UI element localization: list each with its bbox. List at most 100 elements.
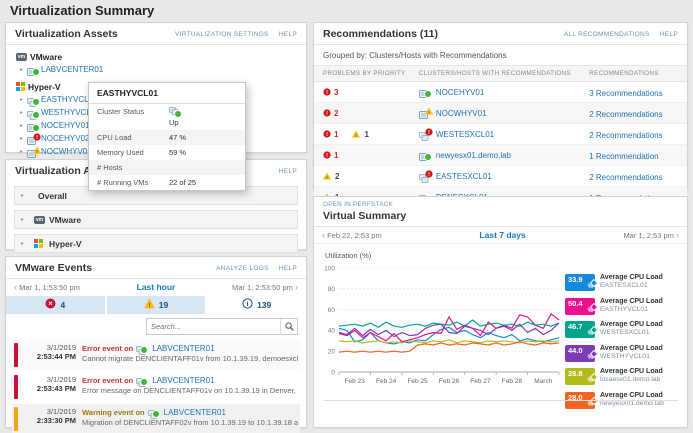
tab-error[interactable]: ✕4	[6, 296, 105, 314]
events-help-link[interactable]: HELP	[279, 265, 297, 272]
recommendation-row: !1 newyesx01.demo.lab 1 Recommendation	[314, 145, 687, 166]
vmware-icon: vm	[34, 216, 45, 224]
cluster-host-link[interactable]: newyesx01.demo.lab	[436, 151, 511, 160]
tree-node-link[interactable]: LABVCENTER01	[41, 65, 103, 74]
legend-item[interactable]: 33.9%Average CPU LoadEASTESXCL01	[565, 274, 681, 291]
cluster-host-link[interactable]: NOCEHYV01	[436, 88, 484, 97]
vcenter-icon	[148, 407, 158, 417]
all-recommendations-link[interactable]: ALL RECOMMENDATIONS	[564, 31, 650, 38]
recommendation-link[interactable]: 2 Recommendations	[589, 110, 662, 119]
summary-next-icon[interactable]: ›	[676, 230, 679, 240]
svg-text:Feb 25: Feb 25	[407, 378, 428, 385]
events-prev-icon[interactable]: ‹	[14, 282, 17, 292]
legend-item[interactable]: 46.7%Average CPU LoadWESTESXCL01	[565, 321, 681, 338]
open-in-perfstack-link[interactable]: OPEN IN PERFSTACK	[323, 201, 678, 208]
tab-count: 139	[257, 300, 271, 310]
event-date: 3/1/2019	[24, 407, 76, 416]
assets-panel-title: Virtualization Assets	[15, 28, 118, 40]
recommendation-link[interactable]: 3 Recommendations	[589, 89, 662, 98]
cluster-icon: !	[419, 129, 430, 139]
problems-by-priority: !1!1	[323, 125, 419, 143]
accordion-row-hyper-v[interactable]: ▸Hyper-V	[14, 234, 298, 253]
tab-info[interactable]: i139	[207, 296, 306, 314]
legend-entity: EASTHYVCL01	[600, 306, 663, 314]
event-date: 3/1/2019	[24, 343, 76, 352]
expand-arrow-icon[interactable]: ▸	[20, 96, 27, 103]
event-detail: Cannot migrate DENCLIENTAFF01v from 10.1…	[82, 354, 298, 363]
legend-item[interactable]: 28.8%Average CPU Loadlosaesx01.demo.lab	[565, 368, 681, 385]
cluster-host-link[interactable]: NOCWHYV01	[436, 109, 487, 118]
cluster-host-link[interactable]: EASTESXCL01	[436, 172, 492, 181]
tooltip-rows: CPU Load47 %Memory Used59 %# Hosts# Runn…	[89, 130, 245, 190]
search-icon[interactable]	[280, 319, 297, 334]
event-target-link[interactable]: LABVCENTER01	[152, 344, 214, 353]
analyze-logs-link[interactable]: ANALYZE LOGS	[216, 265, 269, 272]
svg-text:!: !	[326, 111, 328, 117]
legend-item[interactable]: 44.0%Average CPU LoadWESTHYVCL01	[565, 345, 681, 362]
events-severity-tabs: ✕4!19i139	[6, 296, 306, 314]
down-status-icon: !	[425, 123, 433, 141]
events-range-selector[interactable]: Last hour	[137, 282, 176, 292]
legend-metric: Average CPU Load	[600, 298, 663, 306]
event-time: 2:53:44 PM	[24, 352, 76, 361]
up-status-icon	[424, 153, 432, 161]
recommendations-table: !3NOCEHYV013 Recommendations!2!NOCWHYV01…	[314, 82, 687, 208]
accordion-row-vmware[interactable]: ▸vmVMware	[14, 210, 298, 229]
events-next-icon[interactable]: ›	[295, 282, 298, 292]
assets-help-link[interactable]: HELP	[279, 31, 297, 38]
tree-node-link[interactable]: NOCWHYV01	[41, 147, 92, 156]
tab-warning[interactable]: !19	[107, 296, 206, 314]
recommendation-link[interactable]: 2 Recommendations	[589, 131, 662, 140]
critical-count: 2	[334, 109, 338, 118]
legend-value-badge: 50.4%	[565, 298, 595, 315]
recommendation-row: !3NOCEHYV013 Recommendations	[314, 82, 687, 103]
tree-node-link[interactable]: NOCEHYV01	[41, 121, 89, 130]
critical-icon: !	[323, 146, 331, 164]
legend-item[interactable]: 50.4% Average CPU LoadEASTHYVCL01	[565, 298, 681, 315]
asset-details-help-link[interactable]: HELP	[279, 168, 297, 175]
up-status-icon	[424, 90, 432, 98]
recommendations-cell: 2 Recommendations	[589, 104, 678, 122]
expand-arrow-icon[interactable]: ▸	[20, 135, 27, 142]
warning-count: 2	[335, 172, 339, 181]
virtual-summary-panel: OPEN IN PERFSTACK Virtual Summary ‹ Feb …	[313, 196, 688, 428]
svg-text:Feb 28: Feb 28	[502, 378, 523, 385]
cluster-host-link[interactable]: WESTESXCL01	[436, 130, 494, 139]
vmware-icon: vm	[34, 215, 45, 225]
tab-count: 4	[60, 300, 65, 310]
event-target-link[interactable]: LABVCENTER01	[164, 408, 226, 417]
tooltip-row-label: # Running VMs	[97, 178, 169, 187]
legend-text: Average CPU LoadEASTHYVCL01	[600, 298, 663, 314]
event-kind: Warning event on	[82, 408, 145, 417]
events-search-input[interactable]	[147, 319, 280, 334]
recommendations-cell: 2 Recommendations	[589, 125, 678, 143]
svg-text:60: 60	[328, 307, 336, 314]
recommendations-help-link[interactable]: HELP	[660, 31, 678, 38]
up-status-icon	[32, 98, 40, 106]
expand-arrow-icon[interactable]: ▸	[20, 122, 27, 129]
page-title: Virtualization Summary	[10, 3, 154, 18]
recommendations-cell: 2 Recommendations	[589, 167, 678, 185]
event-datetime: 3/1/20192:53:44 PM	[24, 343, 76, 367]
virtualization-settings-link[interactable]: VIRTUALIZATION SETTINGS	[175, 31, 269, 38]
event-target-link[interactable]: LABVCENTER01	[152, 376, 214, 385]
expand-arrow-icon[interactable]: ▸	[20, 66, 27, 73]
host-icon	[419, 87, 430, 97]
events-panel-title: VMware Events	[15, 262, 92, 274]
critical-count: 1	[334, 151, 338, 160]
cluster-icon	[27, 95, 38, 105]
recommendation-link[interactable]: 1 Recommendation	[589, 152, 658, 161]
summary-prev-icon[interactable]: ‹	[322, 230, 325, 240]
hyperv-icon	[34, 239, 43, 248]
summary-range-end: Mar 1, 2:53 pm	[623, 231, 673, 240]
expand-arrow-icon[interactable]: ▸	[20, 109, 27, 116]
critical-count: 3	[334, 88, 338, 97]
expand-arrow-icon[interactable]: ▸	[20, 148, 27, 155]
summary-range-selector[interactable]: Last 7 days	[479, 230, 525, 240]
recommendation-link[interactable]: 2 Recommendations	[589, 173, 662, 182]
recommendations-panel: Recommendations (11) ALL RECOMMENDATIONS…	[313, 22, 688, 190]
event-headline: Error event onLABVCENTER01	[82, 375, 298, 385]
tree-node-link[interactable]: NOCEHYV02	[41, 134, 89, 143]
severity-bar	[14, 407, 18, 431]
virtualization-summary-page: Virtualization Summary Virtualization As…	[0, 0, 693, 433]
